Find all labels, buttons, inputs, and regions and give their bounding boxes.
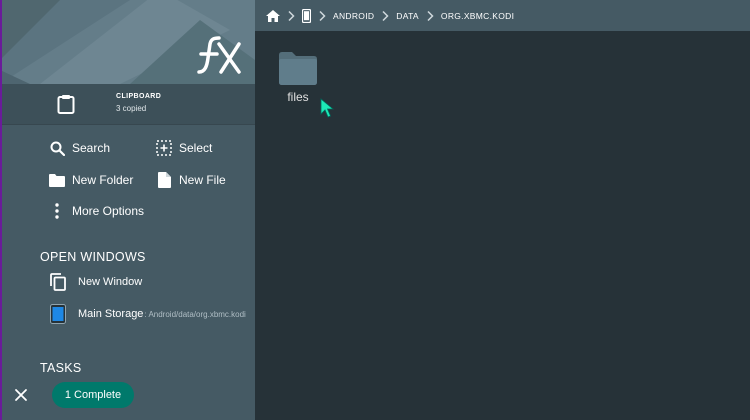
breadcrumb: ANDROID DATA ORG.XBMC.KODI xyxy=(255,0,750,31)
phone-icon[interactable] xyxy=(302,8,311,23)
navigation-drawer: CLIPBOARD 3 copied Search Select New Fol… xyxy=(0,0,255,420)
divider xyxy=(0,124,255,125)
breadcrumb-item-android[interactable]: ANDROID xyxy=(333,11,374,21)
drawer-edge xyxy=(0,0,2,420)
clipboard-icon xyxy=(57,95,75,114)
file-grid: files xyxy=(255,31,750,420)
list-item[interactable]: files xyxy=(275,49,321,109)
select-button[interactable]: Select xyxy=(155,137,212,159)
mouse-cursor-icon xyxy=(320,98,334,118)
new-folder-button[interactable]: New Folder xyxy=(48,169,133,191)
search-label: Search xyxy=(72,141,111,155)
fx-logo-icon xyxy=(197,36,241,74)
more-options-button[interactable]: More Options xyxy=(48,200,144,222)
storage-window-icon xyxy=(48,304,68,324)
clipboard-panel[interactable]: CLIPBOARD 3 copied xyxy=(0,84,255,124)
chevron-right-icon xyxy=(319,10,326,21)
clipboard-count: 3 copied xyxy=(116,104,147,113)
folder-icon xyxy=(279,52,317,85)
chevron-right-icon xyxy=(382,10,389,21)
more-options-label: More Options xyxy=(72,204,145,218)
new-window-icon xyxy=(48,272,68,292)
search-button[interactable]: Search xyxy=(48,137,110,159)
tasks-heading: TASKS xyxy=(40,361,82,375)
drawer-header xyxy=(0,0,255,84)
window-main-storage[interactable]: Main Storage : Android/data/org.xbmc.kod… xyxy=(48,303,248,325)
breadcrumb-item-kodi[interactable]: ORG.XBMC.KODI xyxy=(441,11,514,21)
new-file-button[interactable]: New File xyxy=(155,169,226,191)
new-file-label: New File xyxy=(179,173,226,187)
folder-icon xyxy=(48,171,66,189)
chevron-right-icon xyxy=(288,10,295,21)
new-folder-label: New Folder xyxy=(72,173,134,187)
select-label: Select xyxy=(179,141,213,155)
main-storage-label: Main Storage xyxy=(78,308,144,320)
new-window-label: New Window xyxy=(78,276,143,288)
open-windows-heading: OPEN WINDOWS xyxy=(40,250,146,264)
clipboard-title: CLIPBOARD xyxy=(116,93,162,100)
home-icon[interactable] xyxy=(266,9,280,22)
file-name: files xyxy=(287,90,309,104)
chevron-right-icon xyxy=(427,10,434,21)
main-storage-path: : Android/data/org.xbmc.kodi xyxy=(144,309,246,319)
new-window-button[interactable]: New Window xyxy=(48,271,248,293)
breadcrumb-item-data[interactable]: DATA xyxy=(396,11,419,21)
file-icon xyxy=(155,171,173,189)
tasks-complete-chip[interactable]: 1 Complete xyxy=(52,382,134,408)
more-vert-icon xyxy=(48,202,66,220)
close-icon[interactable] xyxy=(12,386,30,404)
select-icon xyxy=(155,139,173,157)
search-icon xyxy=(48,139,66,157)
